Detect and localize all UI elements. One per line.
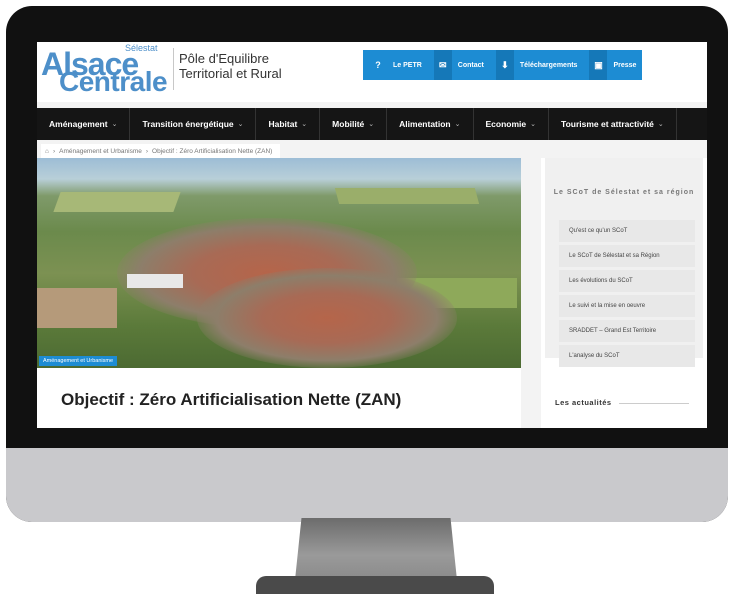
site-header: Sélestat Alsace Centrale Pôle d'Equilibr… xyxy=(37,42,707,102)
nav-habitat[interactable]: Habitat ⌄ xyxy=(256,108,321,140)
chevron-down-icon: ⌄ xyxy=(368,121,375,128)
hero-field xyxy=(334,188,480,204)
breadcrumb-separator: › xyxy=(145,147,149,155)
sidebar: Le SCoT de Sélestat et sa région Qu'est … xyxy=(541,158,707,428)
hero-building xyxy=(127,274,183,288)
hero-image: Aménagement et Urbanisme xyxy=(37,158,521,368)
news-heading: Les actualités xyxy=(555,398,612,407)
nav-label: Tourisme et attractivité xyxy=(561,119,654,129)
sidebar-item-sraddet[interactable]: SRADDET – Grand Est Territoire xyxy=(559,320,695,342)
sidebar-item-scot-definition[interactable]: Qu'est ce qu'un SCoT xyxy=(559,220,695,242)
logo-line2: Centrale xyxy=(59,66,168,97)
topnav-contact[interactable]: ✉ Contact xyxy=(427,50,490,80)
topnav-label: Le PETR xyxy=(393,61,422,69)
nav-economie[interactable]: Economie ⌄ xyxy=(474,108,550,140)
sidebar-heading: Le SCoT de Sélestat et sa région xyxy=(553,189,695,196)
hero-field xyxy=(53,192,181,212)
newspaper-icon: ▣ xyxy=(589,50,608,80)
header-divider xyxy=(173,48,174,90)
nav-alimentation[interactable]: Alimentation ⌄ xyxy=(387,108,474,140)
site-logo[interactable]: Sélestat Alsace Centrale xyxy=(41,43,171,98)
page-title: Objectif : Zéro Artificialisation Nette … xyxy=(61,390,402,409)
chevron-down-icon: ⌄ xyxy=(301,121,308,128)
chevron-down-icon: ⌄ xyxy=(530,121,537,128)
monitor-stand-base xyxy=(256,576,494,594)
chevron-down-icon: ⌄ xyxy=(111,121,118,128)
breadcrumb: ⌂ › Aménagement et Urbanisme › Objectif … xyxy=(41,144,281,158)
topnav-le-petr[interactable]: ? Le PETR xyxy=(363,50,428,80)
org-name-line2: Territorial et Rural xyxy=(179,66,282,81)
screen: Sélestat Alsace Centrale Pôle d'Equilibr… xyxy=(37,42,707,428)
hero-category-tag[interactable]: Aménagement et Urbanisme xyxy=(39,356,118,366)
nav-label: Habitat xyxy=(268,119,298,129)
sidebar-item-suivi[interactable]: Le suivi et la mise en oeuvre xyxy=(559,295,695,317)
sidebar-item-evolutions[interactable]: Les évolutions du SCoT xyxy=(559,270,695,292)
nav-transition-energetique[interactable]: Transition énergétique ⌄ xyxy=(130,108,257,140)
top-nav: ? Le PETR ✉ Contact ⬇ Téléchargements ▣ … xyxy=(363,50,643,80)
article-header: Objectif : Zéro Artificialisation Nette … xyxy=(37,368,521,428)
main-nav: Aménagement ⌄ Transition énergétique ⌄ Hab… xyxy=(37,108,707,140)
mail-icon: ✉ xyxy=(433,50,452,80)
org-name: Pôle d'Equilibre Territorial et Rural xyxy=(179,51,282,81)
chevron-down-icon: ⌄ xyxy=(237,121,244,128)
topnav-label: Contact xyxy=(457,61,484,69)
help-icon: ? xyxy=(369,50,387,80)
topnav-label: Téléchargements xyxy=(519,61,578,69)
news-divider xyxy=(619,403,689,404)
topnav-label: Presse xyxy=(613,61,637,69)
breadcrumb-item-amenagement[interactable]: Aménagement et Urbanisme xyxy=(59,148,142,155)
home-icon[interactable]: ⌂ xyxy=(45,148,49,155)
topnav-press[interactable]: ▣ Presse xyxy=(583,50,643,80)
sidebar-list: Qu'est ce qu'un SCoT Le SCoT de Sélestat… xyxy=(559,220,695,370)
nav-label: Transition énergétique xyxy=(142,119,234,129)
breadcrumb-current: Objectif : Zéro Artificialisation Nette … xyxy=(152,147,273,155)
sidebar-item-scot-selestat[interactable]: Le SCoT de Sélestat et sa Région xyxy=(559,245,695,267)
download-icon: ⬇ xyxy=(495,50,514,80)
monitor-stand xyxy=(295,518,457,580)
hero-field xyxy=(37,288,117,328)
nav-label: Economie xyxy=(485,119,527,129)
breadcrumb-separator: › xyxy=(52,147,56,155)
topnav-downloads[interactable]: ⬇ Téléchargements xyxy=(489,50,584,80)
sidebar-item-analyse[interactable]: L'analyse du SCoT xyxy=(559,345,695,367)
nav-tourisme[interactable]: Tourisme et attractivité ⌄ xyxy=(549,108,677,140)
org-name-line1: Pôle d'Equilibre xyxy=(179,51,269,66)
nav-amenagement[interactable]: Aménagement ⌄ xyxy=(37,108,131,140)
sidebar-scot-box: Le SCoT de Sélestat et sa région Qu'est … xyxy=(545,158,703,367)
chevron-down-icon: ⌄ xyxy=(657,121,664,128)
nav-label: Alimentation xyxy=(399,119,451,129)
hero-village xyxy=(197,268,457,368)
monitor-chin xyxy=(6,448,728,522)
nav-label: Aménagement xyxy=(49,119,108,129)
nav-label: Mobilité xyxy=(332,119,365,129)
nav-mobilite[interactable]: Mobilité ⌄ xyxy=(320,108,388,140)
chevron-down-icon: ⌄ xyxy=(454,121,461,128)
